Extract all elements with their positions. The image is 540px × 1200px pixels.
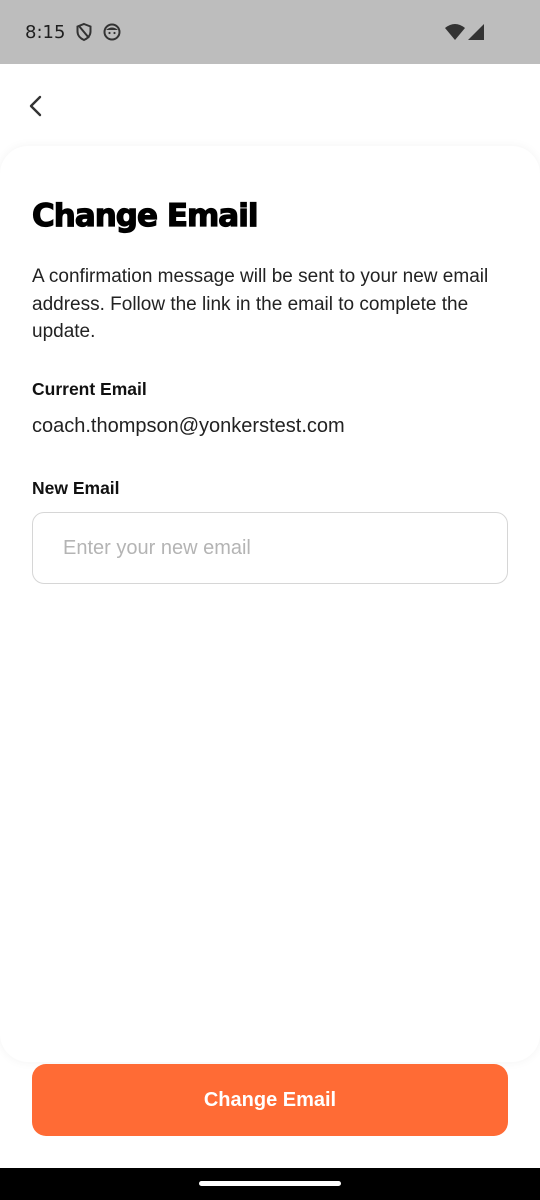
back-button[interactable] [16,86,56,126]
current-email-label: Current Email [32,379,147,399]
new-email-label: New Email [32,478,120,498]
navigation-bar [0,1168,540,1200]
change-email-button[interactable]: Change Email [32,1064,508,1136]
chevron-left-icon [29,95,42,117]
wifi-icon [445,24,465,40]
description-text: A confirmation message will be sent to y… [32,266,489,342]
home-handle[interactable] [199,1181,341,1186]
new-email-input[interactable] [32,512,508,584]
shield-icon [76,22,92,42]
change-email-screen: 8:15 Change Email A confirmation message… [0,0,540,1200]
current-email-value: coach.thompson@yonkerstest.com [32,415,345,437]
page-title: Change Email [31,197,259,234]
status-bar: 8:15 [0,0,540,64]
status-time: 8:15 [25,22,66,43]
face-icon [103,23,121,41]
signal-icon [468,24,484,40]
